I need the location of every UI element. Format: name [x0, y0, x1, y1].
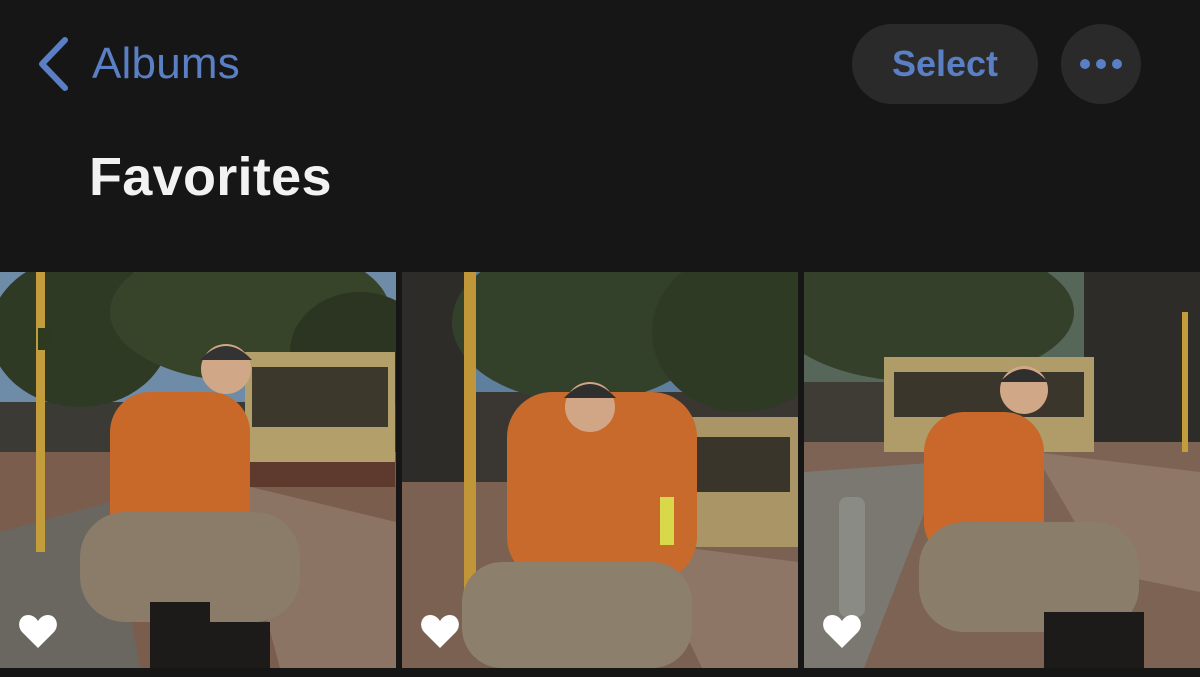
photo-image [402, 272, 798, 668]
select-button[interactable]: Select [852, 24, 1038, 104]
heart-filled-icon[interactable] [822, 614, 862, 650]
heart-filled-icon[interactable] [18, 614, 58, 650]
back-label: Albums [92, 39, 240, 88]
page-title: Favorites [89, 147, 332, 207]
photo-image [0, 272, 396, 668]
heart-filled-icon[interactable] [420, 614, 460, 650]
photo-grid [0, 272, 1200, 668]
photo-thumbnail[interactable] [402, 272, 798, 668]
photo-thumbnail[interactable] [804, 272, 1200, 668]
more-options-button[interactable] [1061, 24, 1141, 104]
chevron-left-icon [39, 37, 68, 91]
back-button[interactable]: Albums [36, 34, 240, 94]
photo-image [804, 272, 1200, 668]
ellipsis-icon [1080, 59, 1122, 69]
photo-thumbnail[interactable] [0, 272, 396, 668]
photos-app-screen: Albums Select Favorites [0, 0, 1200, 677]
